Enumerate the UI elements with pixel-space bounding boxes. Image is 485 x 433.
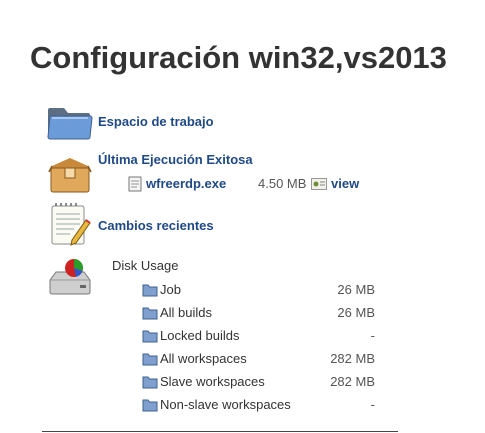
disk-usage-row: Non-slave workspaces -	[142, 397, 382, 420]
package-icon	[48, 158, 92, 193]
artifact-size: 4.50 MB	[258, 176, 307, 191]
disk-usage-row-name: Locked builds	[160, 328, 240, 343]
file-icon	[128, 176, 142, 192]
folder-icon	[142, 284, 158, 297]
disk-usage-row-value: -	[370, 397, 375, 412]
disk-usage-row: All workspaces 282 MB	[142, 351, 382, 374]
disk-usage-row-value: 282 MB	[330, 374, 375, 389]
disk-usage-row-name: Non-slave workspaces	[160, 397, 291, 412]
disk-usage-row-value: 26 MB	[337, 282, 375, 297]
artifact-row: wfreerdp.exe 4.50 MB view	[128, 176, 388, 192]
disk-usage-row: All builds 26 MB	[142, 305, 382, 328]
last-success-link[interactable]: Última Ejecución Exitosa	[98, 152, 253, 167]
disk-usage-row-name: Job	[160, 282, 181, 297]
disk-usage-row-value: -	[370, 328, 375, 343]
disk-usage-row-name: All builds	[160, 305, 213, 320]
folder-icon	[142, 376, 158, 389]
artifact-view-link[interactable]: view	[331, 176, 359, 191]
disk-usage-title: Disk Usage	[112, 258, 179, 273]
artifact-file-link[interactable]: wfreerdp.exe	[146, 176, 226, 191]
fingerprint-icon[interactable]	[311, 178, 327, 190]
disk-usage-row: Job 26 MB	[142, 282, 382, 305]
changes-link[interactable]: Cambios recientes	[98, 218, 214, 233]
disk-usage-table: Job 26 MB All builds 26 MB Locked builds…	[142, 282, 382, 420]
hard-disk-icon	[49, 259, 91, 295]
disk-usage-row-name: All workspaces	[160, 351, 247, 366]
notepad-icon	[51, 203, 91, 246]
disk-usage-row: Slave workspaces 282 MB	[142, 374, 382, 397]
folder-icon	[142, 307, 158, 320]
folder-icon	[142, 399, 158, 412]
disk-usage-row-name: Slave workspaces	[160, 374, 265, 389]
workspace-link[interactable]: Espacio de trabajo	[98, 114, 214, 129]
folder-icon	[142, 353, 158, 366]
disk-usage-row: Locked builds -	[142, 328, 382, 351]
divider	[42, 431, 398, 432]
disk-usage-row-value: 26 MB	[337, 305, 375, 320]
page-title: Configuración win32,vs2013	[30, 40, 447, 75]
folder-icon	[142, 330, 158, 343]
folder-icon	[47, 108, 93, 140]
disk-usage-row-value: 282 MB	[330, 351, 375, 366]
